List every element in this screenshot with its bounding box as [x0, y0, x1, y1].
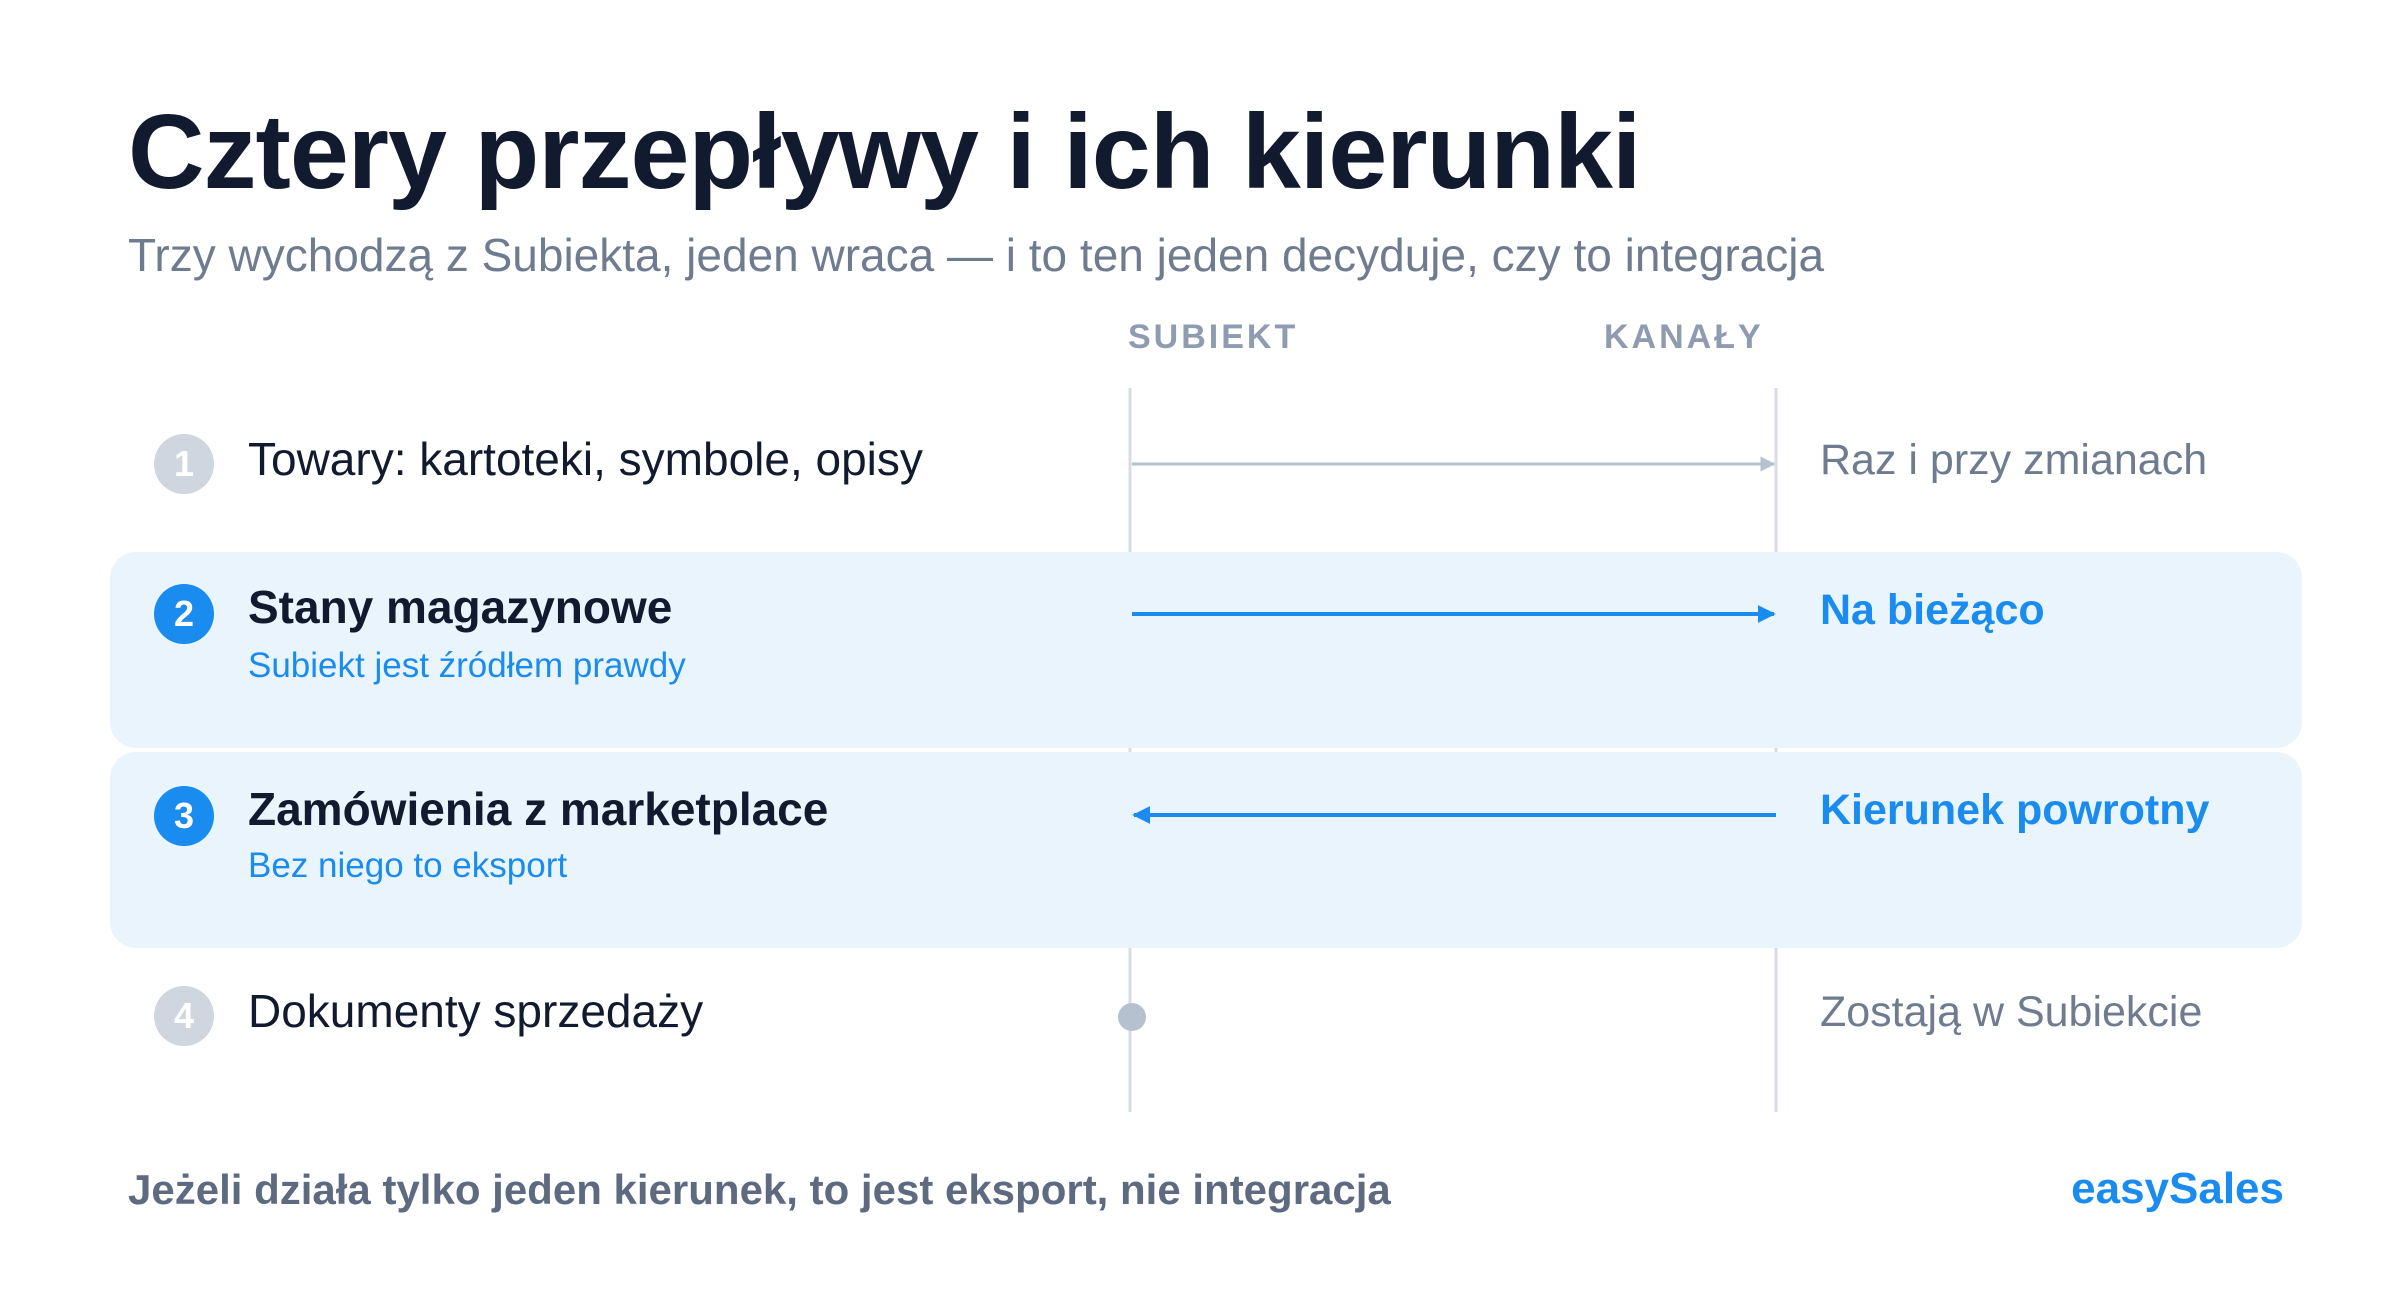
footer-conclusion: Jeżeli działa tylko jeden kierunek, to j… — [128, 1166, 1391, 1213]
flow-4-frequency: Zostają w Subiekcie — [1820, 988, 2203, 1036]
flow-2-frequency: Na bieżąco — [1820, 586, 2045, 634]
flow-4-title: Dokumenty sprzedaży — [248, 985, 704, 1037]
flow-3-title: Zamówienia z marketplace — [248, 783, 829, 835]
flow-3-number-badge: 3 — [154, 786, 214, 846]
flow-1-title: Towary: kartoteki, symbole, opisy — [248, 433, 923, 485]
flow-2-number-badge: 2 — [154, 584, 214, 644]
flow-2-title: Stany magazynowe — [248, 581, 673, 633]
flow-3-frequency: Kierunek powrotny — [1820, 786, 2210, 834]
flow-3-note: Bez niego to eksport — [248, 846, 568, 885]
flow-1-number-badge: 1 — [154, 434, 214, 494]
flow-4-stay-dot — [1118, 1003, 1146, 1031]
flow-2-note: Subiekt jest źródłem prawdy — [248, 646, 686, 685]
flow-1-frequency: Raz i przy zmianach — [1820, 436, 2208, 484]
flow-4-number-badge: 4 — [154, 986, 214, 1046]
brand-logo: easySales — [2071, 1164, 2284, 1213]
